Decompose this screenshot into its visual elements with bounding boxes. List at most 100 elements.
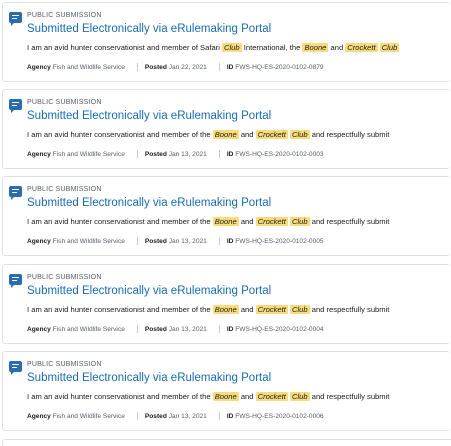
id-label: ID [226,325,234,333]
search-highlight: Crockett [255,305,288,314]
result-snippet: I am an avid hunter conservationist and … [27,392,389,401]
document-type: PUBLIC SUBMISSION [27,361,102,368]
result-card: PUBLIC SUBMISSION Submitted Electronical… [2,264,450,344]
result-title-link[interactable]: Submitted Electronically via eRulemaking… [27,197,271,209]
search-highlight: Crockett [255,130,288,139]
search-highlight: Crockett [255,392,288,401]
snippet-text: and [238,217,256,226]
agency-label: Agency [27,237,51,245]
posted-label: Posted [144,150,167,158]
posted-date: Jan 13, 2021 [168,150,207,158]
search-highlight: Boone [212,392,239,401]
meta-divider [218,412,220,420]
snippet-text: and respectfully submit [309,217,390,226]
meta-divider [136,150,138,158]
agency-value: Fish and Wildlife Service [52,237,125,245]
snippet-text: I am an avid hunter conservationist and … [27,305,213,314]
agency-value: Fish and Wildlife Service [52,63,125,71]
snippet-text: and respectfully submit [309,130,390,139]
result-title-link[interactable]: Submitted Electronically via eRulemaking… [27,23,271,35]
result-snippet: I am an avid hunter conservationist and … [27,43,400,52]
result-title-link[interactable]: Submitted Electronically via eRulemaking… [27,372,271,384]
result-snippet: I am an avid hunter conservationist and … [27,305,389,314]
agency-value: Fish and Wildlife Service [52,325,125,333]
document-type: PUBLIC SUBMISSION [27,186,102,193]
posted-label: Posted [144,237,167,245]
meta-divider [218,325,220,333]
id-label: ID [226,63,234,71]
posted-date: Jan 13, 2021 [168,412,207,420]
snippet-text: and [238,130,256,139]
result-snippet: I am an avid hunter conservationist and … [27,217,389,226]
search-highlight: Boone [212,130,239,139]
result-meta: Agency Fish and Wildlife Service Posted J… [27,237,336,245]
posted-label: Posted [144,325,167,333]
posted-label: Posted [144,63,167,71]
posted-label: Posted [144,412,167,420]
id-label: ID [226,150,234,158]
snippet-text: International, the [241,43,303,52]
snippet-text: I am an avid hunter conservationist and … [27,217,213,226]
document-type: PUBLIC SUBMISSION [27,274,102,281]
posted-date: Jan 13, 2021 [168,237,207,245]
document-type: PUBLIC SUBMISSION [27,99,102,106]
search-highlight: Crockett [345,43,378,52]
search-highlight: Club [290,305,310,314]
search-highlight: Club [379,43,400,52]
snippet-text: and [238,392,256,401]
result-meta: Agency Fish and Wildlife Service Posted J… [27,325,336,333]
search-highlight: Crockett [255,217,288,226]
snippet-text: and [328,43,346,52]
posted-date: Jan 22, 2021 [168,63,207,71]
document-id: FWS-HQ-ES-2020-0102-0004 [235,325,324,333]
meta-divider [218,237,220,245]
agency-value: Fish and Wildlife Service [52,412,125,420]
posted-date: Jan 13, 2021 [168,325,207,333]
document-id: FWS-HQ-ES-2020-0102-0005 [235,237,324,245]
agency-label: Agency [27,150,51,158]
agency-label: Agency [27,63,51,71]
id-label: ID [226,412,234,420]
agency-label: Agency [27,412,51,420]
result-meta: Agency Fish and Wildlife Service Posted J… [27,412,336,420]
snippet-text: and respectfully submit [309,392,390,401]
comment-icon [9,274,22,288]
document-id: FWS-HQ-ES-2020-0102-0879 [235,63,324,71]
search-highlight: Club [290,130,310,139]
document-id: FWS-HQ-ES-2020-0102-0006 [235,412,324,420]
result-meta: Agency Fish and Wildlife Service Posted J… [27,63,336,71]
comment-icon [9,361,22,375]
result-title-link[interactable]: Submitted Electronically via eRulemaking… [27,110,271,122]
search-highlight: Club [222,43,242,52]
result-card: PUBLIC SUBMISSION Submitted Electronical… [2,176,450,256]
search-highlight: Club [290,392,310,401]
agency-label: Agency [27,325,51,333]
meta-divider [218,63,220,71]
snippet-text: I am an avid hunter conservationist and … [27,130,213,139]
agency-value: Fish and Wildlife Service [52,150,125,158]
meta-divider [136,412,138,420]
meta-divider [136,237,138,245]
snippet-text: and [238,305,256,314]
meta-divider [218,150,220,158]
document-type: PUBLIC SUBMISSION [27,12,102,19]
comment-icon [9,99,22,113]
comment-icon [9,186,22,200]
result-card: PUBLIC SUBMISSION Submitted Electronical… [2,351,450,431]
result-card: PUBLIC SUBMISSION Submitted Electronical… [2,2,450,82]
meta-divider [136,63,138,71]
snippet-text: I am an avid hunter conservationist and … [27,392,213,401]
search-highlight: Boone [212,217,239,226]
result-meta: Agency Fish and Wildlife Service Posted J… [27,150,336,158]
meta-divider [136,325,138,333]
result-snippet: I am an avid hunter conservationist and … [27,130,389,139]
snippet-text: I am an avid hunter conservationist and … [27,43,223,52]
search-highlight: Boone [302,43,329,52]
comment-icon [9,12,22,26]
result-card: PUBLIC SUBMISSION Submitted Electronical… [2,89,450,169]
search-highlight: Boone [212,305,239,314]
snippet-text: and respectfully submit [309,305,390,314]
document-id: FWS-HQ-ES-2020-0102-0003 [235,150,324,158]
result-title-link[interactable]: Submitted Electronically via eRulemaking… [27,285,271,297]
id-label: ID [226,237,234,245]
